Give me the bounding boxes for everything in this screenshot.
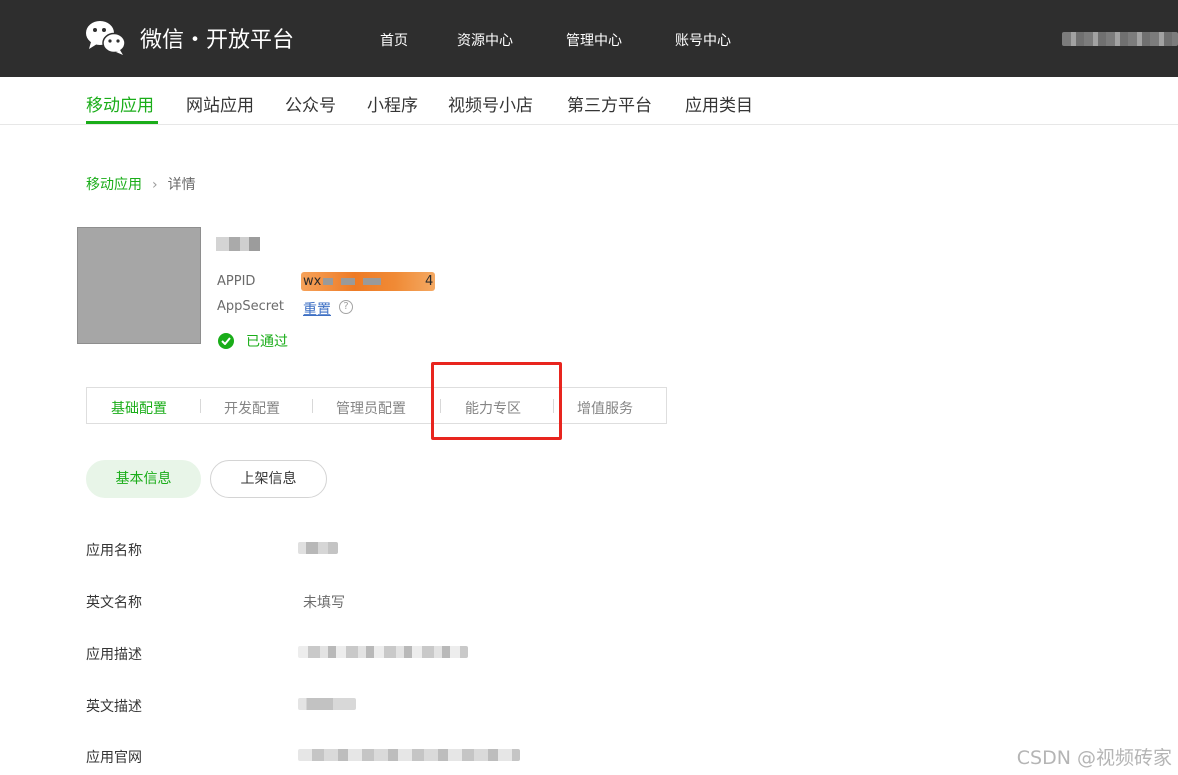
appid-redaction bbox=[341, 278, 355, 285]
field-label-app-name: 应用名称 bbox=[86, 543, 142, 559]
breadcrumb: 移动应用 › 详情 bbox=[86, 174, 196, 194]
watermark: CSDN @视频砖家 bbox=[1016, 747, 1172, 769]
category-website-app[interactable]: 网站应用 bbox=[186, 91, 254, 116]
category-channels-shop[interactable]: 视频号小店 bbox=[448, 91, 533, 116]
appid-redaction bbox=[363, 278, 381, 285]
wechat-logo-icon[interactable] bbox=[84, 18, 126, 56]
field-label-website: 应用官网 bbox=[86, 750, 142, 766]
brand-title[interactable]: 微信・开放平台 bbox=[140, 22, 294, 54]
user-account-redacted[interactable] bbox=[1062, 32, 1178, 46]
tab-admin-config[interactable]: 管理员配置 bbox=[336, 398, 406, 418]
app-name-redacted bbox=[216, 237, 260, 251]
approval-status: 已通过 bbox=[246, 334, 288, 350]
help-icon[interactable]: ? bbox=[339, 300, 353, 314]
tab-listing-info[interactable]: 上架信息 bbox=[210, 460, 327, 498]
tab-divider bbox=[200, 399, 201, 413]
active-tab-indicator bbox=[86, 121, 158, 124]
tab-basic-info[interactable]: 基本信息 bbox=[86, 460, 201, 498]
category-third-party[interactable]: 第三方平台 bbox=[567, 91, 652, 116]
field-value-english-name: 未填写 bbox=[303, 595, 345, 611]
appid-value-redacted: wx 4 bbox=[301, 272, 435, 291]
nav-management[interactable]: 管理中心 bbox=[566, 30, 622, 50]
category-app-category[interactable]: 应用类目 bbox=[685, 91, 753, 116]
breadcrumb-parent-link[interactable]: 移动应用 bbox=[86, 177, 142, 193]
tab-dev-config[interactable]: 开发配置 bbox=[224, 398, 280, 418]
nav-account[interactable]: 账号中心 bbox=[675, 30, 731, 50]
tab-divider bbox=[312, 399, 313, 413]
appid-label: APPID bbox=[217, 274, 256, 289]
field-value-redacted bbox=[298, 542, 338, 554]
category-official-account[interactable]: 公众号 bbox=[285, 91, 336, 116]
app-icon-placeholder bbox=[77, 227, 201, 344]
top-bar: 微信・开放平台 首页 资源中心 管理中心 账号中心 bbox=[0, 0, 1178, 77]
check-circle-icon bbox=[218, 333, 234, 349]
field-label-english-description: 英文描述 bbox=[86, 699, 142, 715]
nav-home[interactable]: 首页 bbox=[380, 30, 408, 50]
config-tabs: 基础配置 开发配置 管理员配置 能力专区 增值服务 bbox=[86, 387, 667, 424]
appsecret-label: AppSecret bbox=[217, 299, 284, 314]
category-mobile-app[interactable]: 移动应用 bbox=[86, 91, 154, 116]
appid-redaction bbox=[323, 278, 333, 285]
field-label-english-name: 英文名称 bbox=[86, 595, 142, 611]
reset-appsecret-link[interactable]: 重置 bbox=[303, 299, 331, 319]
tab-value-added[interactable]: 增值服务 bbox=[577, 398, 633, 418]
breadcrumb-current: 详情 bbox=[167, 177, 196, 193]
appid-suffix: 4 bbox=[425, 274, 434, 289]
category-mini-program[interactable]: 小程序 bbox=[367, 91, 418, 116]
field-value-redacted bbox=[298, 698, 356, 710]
appid-prefix: wx bbox=[303, 274, 322, 289]
field-value-redacted bbox=[298, 749, 520, 761]
field-label-app-description: 应用描述 bbox=[86, 647, 142, 663]
field-value-redacted bbox=[298, 646, 468, 658]
chevron-right-icon: › bbox=[152, 177, 158, 193]
tab-basic-config[interactable]: 基础配置 bbox=[111, 398, 167, 418]
annotation-highlight-box bbox=[431, 362, 562, 440]
nav-resources[interactable]: 资源中心 bbox=[457, 30, 513, 50]
category-nav: 移动应用 网站应用 公众号 小程序 视频号小店 第三方平台 应用类目 bbox=[0, 77, 1178, 125]
